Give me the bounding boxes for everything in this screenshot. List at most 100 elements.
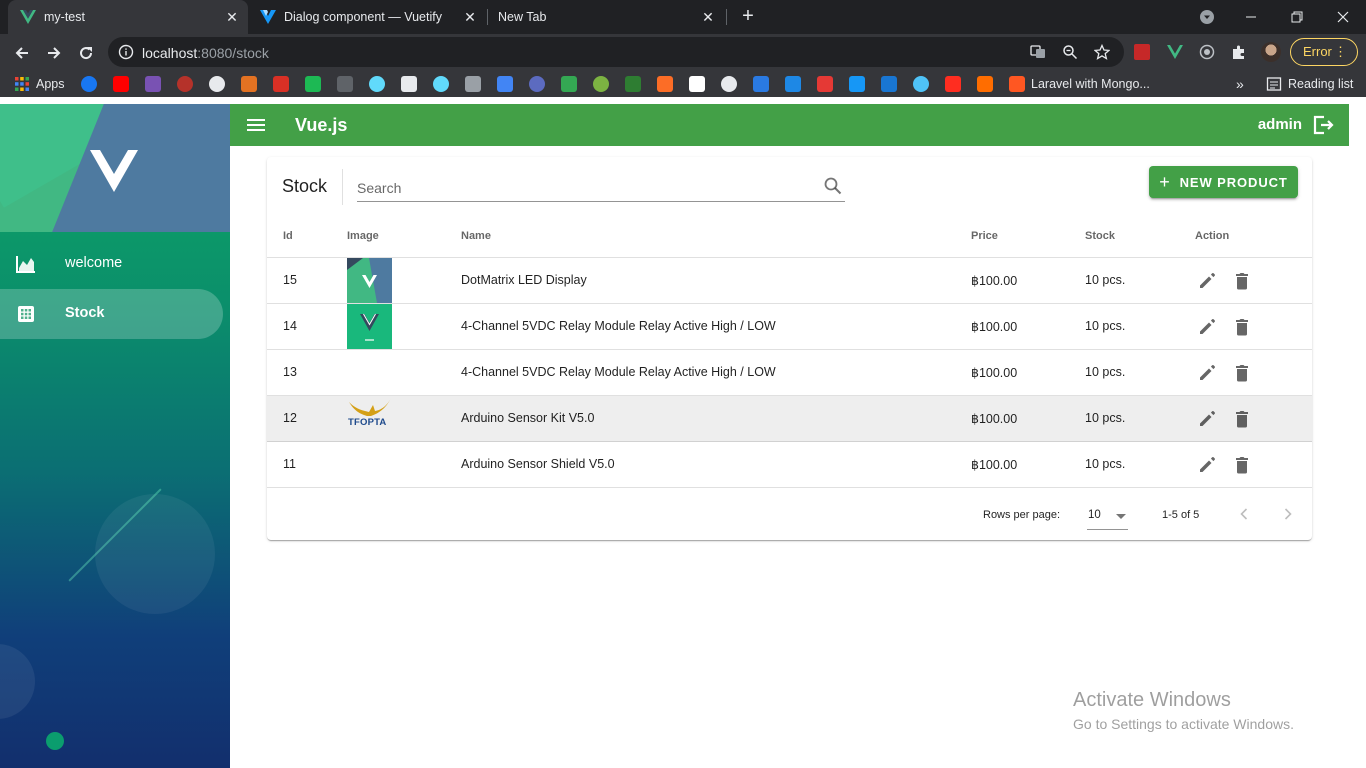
bootstrap-vue-icon[interactable] bbox=[753, 76, 769, 92]
column-header-stock[interactable]: Stock bbox=[1085, 230, 1115, 242]
table-row[interactable]: 12 TFOPTA Arduino Sensor Kit V5.0 ฿100.0… bbox=[267, 396, 1312, 442]
bookmark-label: Apps bbox=[36, 77, 65, 91]
facebook-icon[interactable] bbox=[81, 76, 97, 92]
tab-my-test[interactable]: my-test ✕ bbox=[8, 0, 248, 34]
chevron-right-icon[interactable] bbox=[1277, 503, 1299, 525]
bookmark-apps[interactable]: Apps bbox=[14, 76, 65, 92]
bookmark-flag-icon[interactable] bbox=[881, 76, 897, 92]
avatar[interactable] bbox=[1261, 42, 1281, 62]
search-input[interactable] bbox=[357, 174, 797, 196]
username: admin bbox=[1257, 116, 1302, 133]
bookmark-grid-icon[interactable] bbox=[625, 76, 641, 92]
bootstrap-icon[interactable] bbox=[145, 76, 161, 92]
tfopta-logo-text: TFOPTA bbox=[348, 417, 387, 428]
react-native-icon[interactable] bbox=[433, 76, 449, 92]
delete-icon[interactable] bbox=[1232, 455, 1252, 475]
sidebar-item-stock[interactable]: Stock bbox=[0, 289, 223, 339]
table-row[interactable]: 11 Arduino Sensor Shield V5.0 ฿100.00 10… bbox=[267, 442, 1312, 488]
chevron-left-icon[interactable] bbox=[1233, 503, 1255, 525]
bookmark-laravel-mongo[interactable]: Laravel with Mongo... bbox=[1009, 76, 1150, 92]
bookmark-w-icon[interactable] bbox=[561, 76, 577, 92]
bookmark-blue-icon[interactable] bbox=[785, 76, 801, 92]
globe-icon[interactable] bbox=[721, 76, 737, 92]
new-tab-button[interactable]: + bbox=[738, 6, 758, 27]
bookmark-lambda-icon[interactable] bbox=[337, 76, 353, 92]
bookmark-hex-icon[interactable] bbox=[529, 76, 545, 92]
chart-line-icon bbox=[16, 256, 35, 273]
puzzle-icon[interactable] bbox=[1231, 44, 1247, 60]
back-button[interactable] bbox=[10, 41, 34, 65]
react-icon[interactable] bbox=[369, 76, 385, 92]
table-row[interactable]: 13 4-Channel 5VDC Relay Module Relay Act… bbox=[267, 350, 1312, 396]
close-tab-icon[interactable]: ✕ bbox=[700, 9, 716, 25]
product-image bbox=[347, 304, 392, 349]
close-tab-icon[interactable]: ✕ bbox=[462, 9, 478, 25]
column-header-image[interactable]: Image bbox=[347, 230, 379, 242]
edit-icon[interactable] bbox=[1197, 271, 1217, 291]
bookmark-orange-icon[interactable] bbox=[241, 76, 257, 92]
bookmark-white-icon[interactable] bbox=[689, 76, 705, 92]
hamburger-menu-icon[interactable] bbox=[246, 115, 266, 135]
reading-list-button[interactable]: Reading list bbox=[1266, 76, 1353, 92]
profile-error-button[interactable]: Error ⋮ bbox=[1290, 38, 1358, 66]
product-image: TFOPTA bbox=[347, 396, 392, 441]
extension-book-icon[interactable] bbox=[1134, 44, 1150, 60]
edit-icon[interactable] bbox=[1197, 363, 1217, 383]
bookmark-ef-icon[interactable] bbox=[497, 76, 513, 92]
profile-menu-icon[interactable] bbox=[1184, 0, 1230, 34]
search-icon[interactable] bbox=[823, 176, 843, 196]
translate-icon[interactable] bbox=[1030, 44, 1046, 60]
edit-icon[interactable] bbox=[1197, 409, 1217, 429]
tab-title: Dialog component — Vuetify bbox=[284, 10, 442, 24]
column-header-price[interactable]: Price bbox=[971, 230, 998, 242]
bookmark-chat-icon[interactable] bbox=[977, 76, 993, 92]
gitlab-icon[interactable] bbox=[657, 76, 673, 92]
bookmark-red-icon[interactable] bbox=[177, 76, 193, 92]
reload-icon bbox=[80, 47, 93, 60]
minimize-window-icon[interactable] bbox=[1228, 0, 1274, 34]
bookmark-play-icon[interactable] bbox=[273, 76, 289, 92]
vue-devtools-icon[interactable] bbox=[1167, 44, 1183, 60]
delete-icon[interactable] bbox=[1232, 317, 1252, 337]
forward-button[interactable] bbox=[42, 41, 66, 65]
zoom-icon[interactable] bbox=[1062, 44, 1078, 60]
bookmarks-overflow-button[interactable]: » bbox=[1236, 76, 1244, 92]
sidebar-item-welcome[interactable]: welcome bbox=[0, 239, 223, 289]
close-window-icon[interactable] bbox=[1320, 0, 1366, 34]
close-tab-icon[interactable]: ✕ bbox=[224, 9, 240, 25]
info-icon[interactable] bbox=[118, 44, 134, 60]
youtube-icon[interactable] bbox=[113, 76, 129, 92]
tab-new-tab[interactable]: New Tab ✕ bbox=[488, 0, 724, 34]
star-icon[interactable] bbox=[1094, 44, 1110, 60]
bookmark-wifi-icon[interactable] bbox=[913, 76, 929, 92]
edit-icon[interactable] bbox=[1197, 455, 1217, 475]
bookmark-leaf-icon[interactable] bbox=[593, 76, 609, 92]
logout-icon[interactable] bbox=[1312, 114, 1334, 136]
reload-button[interactable] bbox=[74, 41, 98, 65]
edit-icon[interactable] bbox=[1197, 317, 1217, 337]
rows-per-page-select[interactable]: 10 bbox=[1087, 502, 1128, 530]
cell-name: Arduino Sensor Kit V5.0 bbox=[461, 411, 595, 425]
bookmark-green-icon[interactable] bbox=[305, 76, 321, 92]
bookmark-dark-icon[interactable] bbox=[465, 76, 481, 92]
delete-icon[interactable] bbox=[1232, 271, 1252, 291]
restore-window-icon[interactable] bbox=[1274, 0, 1320, 34]
bookmark-black-icon[interactable] bbox=[401, 76, 417, 92]
cell-stock: 10 pcs. bbox=[1085, 457, 1126, 471]
bookmark-s-icon[interactable] bbox=[817, 76, 833, 92]
column-header-id[interactable]: Id bbox=[283, 230, 293, 242]
laravel-icon[interactable] bbox=[945, 76, 961, 92]
delete-icon[interactable] bbox=[1232, 363, 1252, 383]
vuetify-icon[interactable] bbox=[849, 76, 865, 92]
extension-target-icon[interactable] bbox=[1199, 44, 1215, 60]
github-icon[interactable] bbox=[209, 76, 225, 92]
delete-icon[interactable] bbox=[1232, 409, 1252, 429]
table-row[interactable]: 14 4-Channel 5VDC Relay Module Relay Act… bbox=[267, 304, 1312, 350]
table-row[interactable]: 15 DotMatrix LED Display ฿100.00 10 pcs. bbox=[267, 258, 1312, 304]
column-header-name[interactable]: Name bbox=[461, 230, 491, 242]
address-bar[interactable]: localhost:8080/stock bbox=[108, 37, 1124, 67]
new-product-button[interactable]: + NEW PRODUCT bbox=[1149, 166, 1298, 198]
vue-logo-icon bbox=[20, 10, 36, 24]
url-host: localhost bbox=[142, 45, 198, 61]
tab-dialog-component[interactable]: Dialog component — Vuetify ✕ bbox=[250, 0, 486, 34]
